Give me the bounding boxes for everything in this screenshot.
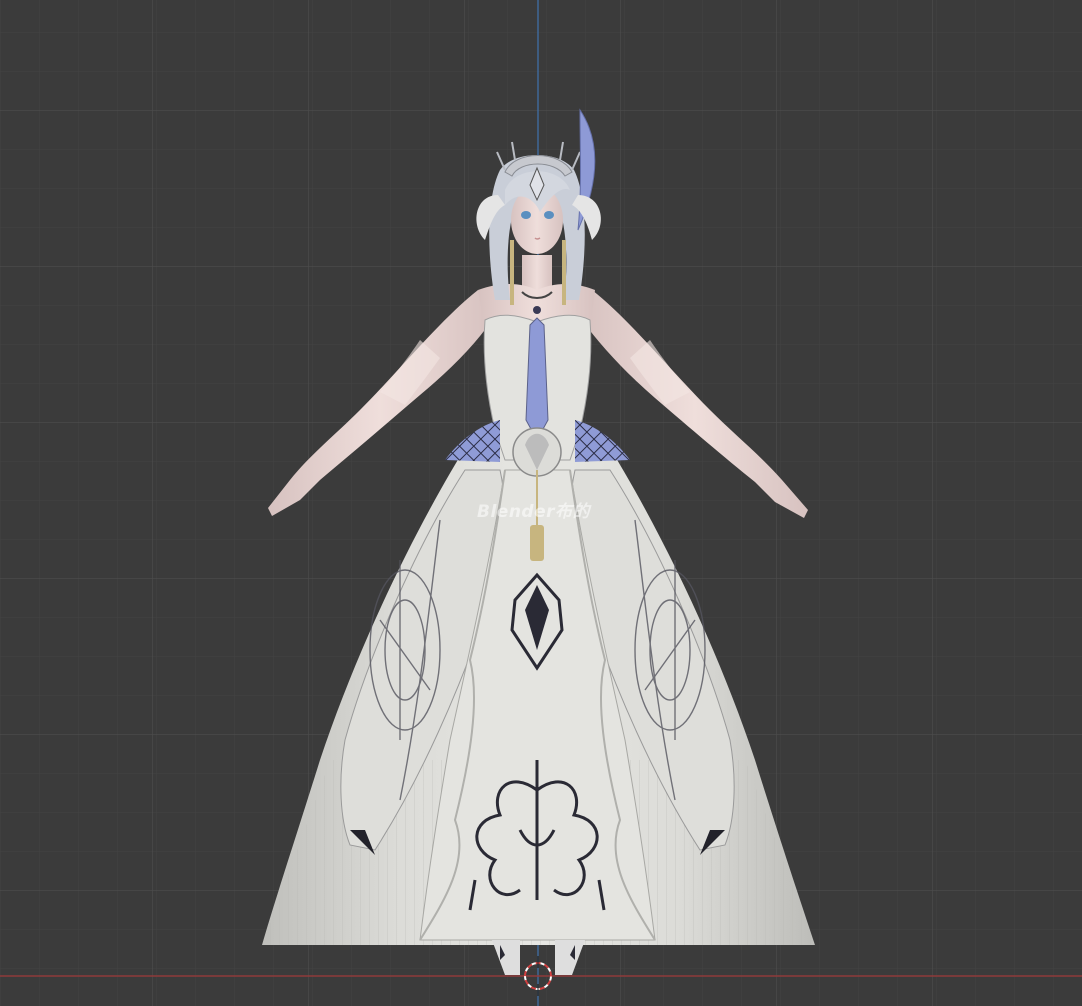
3d-viewport[interactable]: Blender布的 bbox=[0, 0, 1082, 1006]
3d-cursor-icon[interactable] bbox=[524, 956, 552, 996]
tassel bbox=[530, 525, 544, 561]
character-model[interactable] bbox=[0, 0, 1082, 1006]
